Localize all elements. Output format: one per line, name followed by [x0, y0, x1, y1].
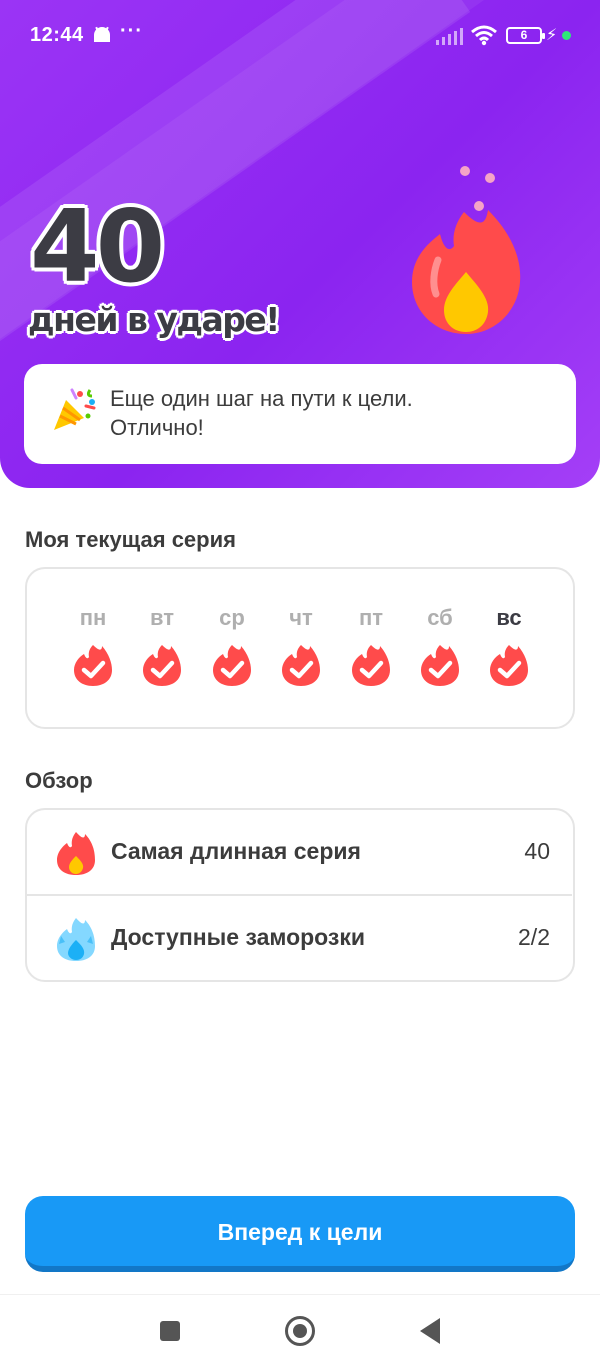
day-label: вт	[149, 605, 174, 630]
overview-card: Самая длинная серия 40 Доступные замороз…	[25, 808, 575, 982]
charging-icon: ⚡	[546, 27, 558, 44]
status-bar: 12:44 ··· 6 ⚡	[0, 0, 600, 72]
day-column: чт	[271, 605, 331, 687]
day-label: вс	[496, 605, 522, 630]
streak-count: 40	[30, 188, 165, 305]
continue-button[interactable]: Вперед к цели	[25, 1196, 575, 1272]
notification-dots: ···	[120, 20, 143, 42]
week-streak-card: пн вт ср чт пт сб вс	[25, 567, 575, 729]
encouragement-text: Еще один шаг на пути к цели. Отлично!	[110, 384, 540, 442]
android-icon	[94, 26, 110, 42]
streak-freezes-row: Доступные заморозки 2/2	[27, 896, 572, 982]
signal-icon	[436, 28, 463, 45]
day-label: пт	[358, 605, 384, 630]
streak-freezes-value: 2/2	[518, 924, 550, 950]
encouragement-line: Еще один шаг на пути к цели.	[110, 386, 413, 411]
day-label: чт	[289, 605, 313, 630]
streak-check-icon	[282, 645, 320, 686]
streak-check-icon	[490, 645, 528, 686]
fire-icon	[412, 166, 521, 334]
streak-check-icon	[143, 645, 181, 686]
streak-freezes-label: Доступные заморозки	[111, 924, 365, 950]
privacy-dot	[562, 31, 571, 40]
party-popper-icon	[54, 388, 96, 430]
current-streak-title: Моя текущая серия	[25, 527, 236, 552]
streak-check-icon	[352, 645, 390, 686]
longest-streak-value: 40	[524, 838, 550, 864]
encouragement-card: Еще один шаг на пути к цели. Отлично!	[24, 364, 576, 464]
day-column: ср	[202, 605, 262, 687]
home-button[interactable]	[285, 1316, 315, 1346]
encouragement-line: Отлично!	[110, 415, 204, 440]
system-nav-bar	[0, 1294, 600, 1366]
battery-indicator: 6	[506, 27, 545, 44]
day-column: вс	[479, 605, 539, 687]
streak-caption: дней в ударе!	[28, 300, 280, 339]
streak-check-icon	[74, 645, 112, 686]
day-column: сб	[410, 605, 470, 687]
freeze-icon	[57, 918, 95, 961]
fire-icon	[57, 832, 95, 875]
streak-check-icon	[421, 645, 459, 686]
day-column: пн	[63, 605, 123, 687]
day-column: пт	[341, 605, 401, 687]
overview-title: Обзор	[25, 768, 93, 793]
hero-header: 12:44 ··· 6 ⚡ 40 дней в ударе! Еще один …	[0, 0, 600, 488]
streak-check-icon	[213, 645, 251, 686]
longest-streak-label: Самая длинная серия	[111, 838, 361, 864]
day-column: вт	[132, 605, 192, 687]
day-label: ср	[219, 605, 245, 630]
recent-apps-button[interactable]	[160, 1321, 180, 1341]
day-label: пн	[79, 605, 107, 630]
back-button[interactable]	[420, 1318, 440, 1344]
wifi-icon	[471, 25, 497, 46]
longest-streak-row: Самая длинная серия 40	[27, 810, 572, 896]
day-label: сб	[427, 605, 453, 630]
status-time: 12:44	[30, 24, 84, 46]
